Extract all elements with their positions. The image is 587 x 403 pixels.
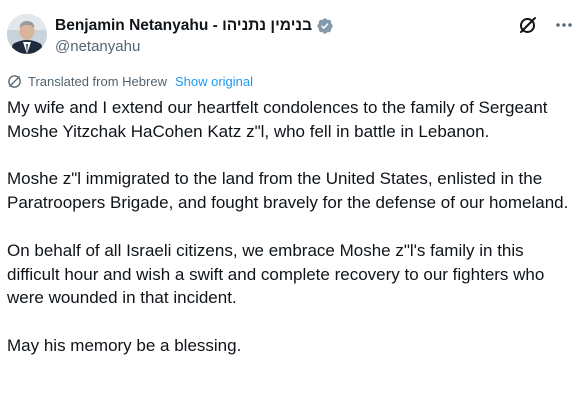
user-handle[interactable]: @netanyahu bbox=[55, 37, 334, 57]
top-actions bbox=[517, 14, 575, 36]
post-body: My wife and I extend our heartfelt condo… bbox=[7, 96, 579, 382]
profile-photo-icon bbox=[7, 14, 47, 54]
post-paragraph: Moshe z"l immigrated to the land from th… bbox=[7, 169, 569, 213]
post-paragraph: My wife and I extend our heartfelt condo… bbox=[7, 98, 548, 141]
author-header: Benjamin Netanyahu - בנימין נתניהו @neta… bbox=[55, 16, 334, 57]
verified-badge-icon[interactable] bbox=[316, 17, 334, 35]
translation-notice: Translated from Hebrew Show original bbox=[7, 74, 253, 89]
tweet-card: Benjamin Netanyahu - בנימין נתניהו @neta… bbox=[0, 0, 587, 403]
post-paragraph: May his memory be a blessing. bbox=[7, 335, 242, 355]
grok-icon[interactable] bbox=[517, 14, 539, 36]
display-name[interactable]: Benjamin Netanyahu - בנימין נתניהו bbox=[55, 16, 312, 36]
show-original-link[interactable]: Show original bbox=[175, 74, 253, 89]
display-name-row: Benjamin Netanyahu - בנימין נתניהו bbox=[55, 16, 334, 36]
post-paragraph: On behalf of all Israeli citizens, we em… bbox=[7, 240, 545, 308]
avatar[interactable] bbox=[7, 14, 47, 54]
translated-label: Translated from Hebrew bbox=[28, 74, 167, 89]
more-dots-icon[interactable] bbox=[553, 14, 575, 36]
globe-icon bbox=[7, 74, 22, 89]
